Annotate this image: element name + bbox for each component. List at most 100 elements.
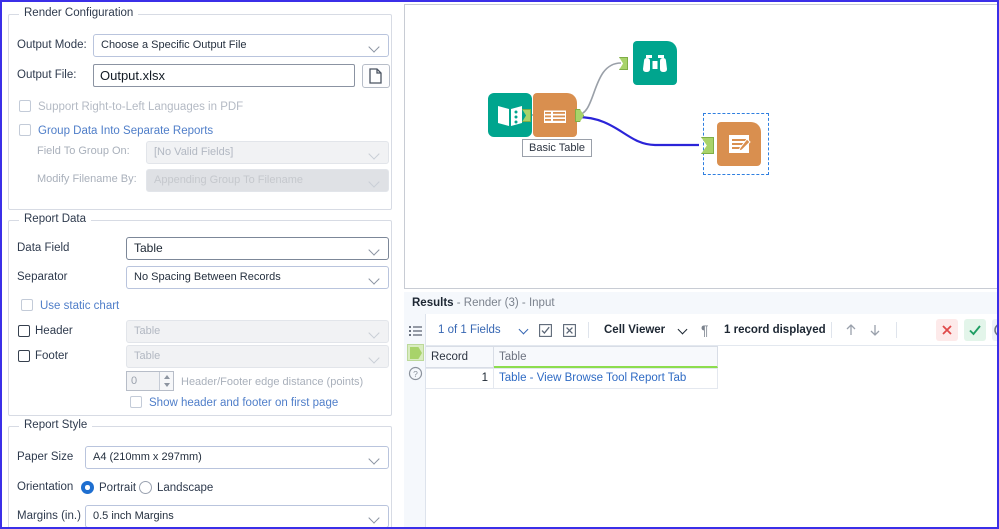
render-tool[interactable] [717, 122, 761, 166]
chevron-down-icon [518, 324, 529, 335]
grid-cell-record[interactable]: 1 [426, 368, 494, 389]
more-results-button[interactable] [992, 319, 997, 341]
grid-cell-record-value: 1 [481, 372, 488, 384]
toolbar-separator [896, 322, 897, 338]
circle-icon [994, 324, 997, 336]
data-field-dropdown[interactable]: Table [126, 237, 389, 260]
chevron-down-icon [369, 35, 381, 56]
paper-size-value: A4 (210mm x 297mm) [93, 451, 202, 463]
svg-text:?: ? [413, 369, 418, 379]
paper-size-label: Paper Size [17, 451, 74, 463]
results-grid[interactable]: Record Table 1 Table - View Browse Tool … [426, 346, 997, 527]
book-icon [498, 106, 522, 126]
output-mode-label: Output Mode: [17, 39, 87, 51]
orientation-portrait-label[interactable]: Portrait [99, 481, 136, 495]
header-checkbox[interactable] [18, 325, 30, 337]
document-pencil-icon [729, 135, 751, 153]
chevron-down-icon [369, 170, 381, 191]
record-count: 1 record displayed [724, 314, 826, 346]
field-to-group-label: Field To Group On: [37, 145, 130, 157]
footer-dropdown: Table [126, 345, 389, 368]
static-chart-checkbox[interactable] [21, 299, 33, 311]
input-data-tool[interactable] [488, 93, 532, 137]
rtl-checkbox[interactable] [19, 100, 31, 112]
pilcrow-icon[interactable]: ¶ [701, 314, 709, 346]
basic-table-tool[interactable] [533, 93, 577, 137]
paper-size-dropdown[interactable]: A4 (210mm x 297mm) [85, 446, 389, 469]
browse-file-button[interactable] [362, 64, 390, 88]
x-red-icon [942, 325, 952, 335]
report-data-legend: Report Data [19, 213, 92, 225]
orientation-landscape-radio[interactable] [139, 481, 152, 494]
output-file-input[interactable]: Output.xlsx [93, 64, 355, 87]
separator-value: No Spacing Between Records [134, 271, 281, 283]
chevron-down-icon [369, 506, 381, 527]
chevron-down-icon [369, 238, 381, 259]
results-title: Results - Render (3) - Input [404, 292, 997, 314]
results-title-rest: - Render (3) - Input [453, 297, 555, 309]
toolbar-separator [588, 322, 589, 338]
file-icon [369, 68, 382, 84]
grid-cell-table-value: Table - View Browse Tool Report Tab [499, 372, 687, 384]
orientation-portrait-radio[interactable] [81, 481, 94, 494]
grid-cell-table[interactable]: Table - View Browse Tool Report Tab [494, 368, 718, 389]
results-title-bold: Results [412, 297, 454, 309]
edge-distance-stepper[interactable]: 0 [126, 371, 174, 391]
close-results-button[interactable] [936, 319, 958, 341]
rtl-checkbox-label: Support Right-to-Left Languages in PDF [38, 101, 244, 113]
arrow-down-icon[interactable] [868, 323, 882, 337]
fields-selector-label: 1 of 1 Fields [438, 324, 501, 336]
connector-icon[interactable] [407, 344, 424, 361]
show-header-footer-label[interactable]: Show header and footer on first page [149, 396, 338, 410]
output-mode-dropdown[interactable]: Choose a Specific Output File [93, 34, 389, 57]
group-data-checkbox[interactable] [19, 124, 31, 136]
arrow-up-icon[interactable] [844, 323, 858, 337]
show-header-footer-checkbox[interactable] [130, 396, 142, 408]
orientation-landscape-label[interactable]: Landscape [157, 481, 213, 495]
app-window: Render Configuration Output Mode: Choose… [0, 0, 999, 529]
results-sidebar: ? [404, 314, 426, 527]
data-field-label: Data Field [17, 242, 70, 254]
browse-tool[interactable] [633, 41, 677, 85]
check-square-icon[interactable] [539, 324, 552, 337]
x-square-icon[interactable] [563, 324, 576, 337]
header-dropdown: Table [126, 320, 389, 343]
edge-distance-value: 0 [131, 375, 138, 387]
chevron-down-icon [369, 142, 381, 163]
workflow-canvas[interactable]: Basic Table [404, 4, 997, 289]
separator-dropdown[interactable]: No Spacing Between Records [126, 266, 389, 289]
static-chart-checkbox-label[interactable]: Use static chart [40, 299, 119, 313]
footer-checkbox[interactable] [18, 350, 30, 362]
record-count-label: 1 record displayed [724, 324, 826, 336]
cell-viewer-selector[interactable]: Cell Viewer [604, 314, 665, 346]
modify-filename-value: Appending Group To Filename [154, 174, 304, 186]
list-icon[interactable] [408, 324, 423, 339]
output-mode-value: Choose a Specific Output File [101, 39, 247, 51]
fields-selector[interactable]: 1 of 1 Fields [438, 314, 501, 346]
cell-viewer-label: Cell Viewer [604, 324, 666, 336]
grid-header-record[interactable]: Record [426, 346, 494, 368]
help-icon[interactable]: ? [408, 366, 423, 381]
margins-value: 0.5 inch Margins [93, 510, 174, 522]
separator-label: Separator [17, 271, 68, 283]
margins-dropdown[interactable]: 0.5 inch Margins [85, 505, 389, 527]
stepper-arrows-icon[interactable] [159, 372, 173, 390]
grid-header-record-label: Record [431, 351, 469, 363]
group-data-checkbox-label[interactable]: Group Data Into Separate Reports [38, 124, 213, 138]
footer-checkbox-label: Footer [35, 350, 69, 362]
field-to-group-dropdown: [No Valid Fields] [146, 141, 389, 164]
grid-header-table[interactable]: Table [494, 346, 718, 368]
workflow-connections [505, 62, 699, 147]
accept-results-button[interactable] [964, 319, 986, 341]
chevron-down-icon [369, 447, 381, 468]
report-style-legend: Report Style [19, 419, 93, 431]
grid-header-table-label: Table [499, 351, 527, 363]
results-toolbar: 1 of 1 Fields Cell Viewer ¶ 1 record dis… [426, 314, 997, 346]
chevron-down-icon [369, 346, 381, 367]
render-configuration-legend: Render Configuration [19, 7, 139, 19]
basic-table-label: Basic Table [522, 139, 593, 157]
chevron-down-icon [369, 321, 381, 342]
binoculars-icon [643, 55, 667, 72]
report-data-group: Report Data Data Field Table Separator N… [8, 213, 392, 416]
render-configuration-panel: Render Configuration Output Mode: Choose… [4, 4, 398, 527]
